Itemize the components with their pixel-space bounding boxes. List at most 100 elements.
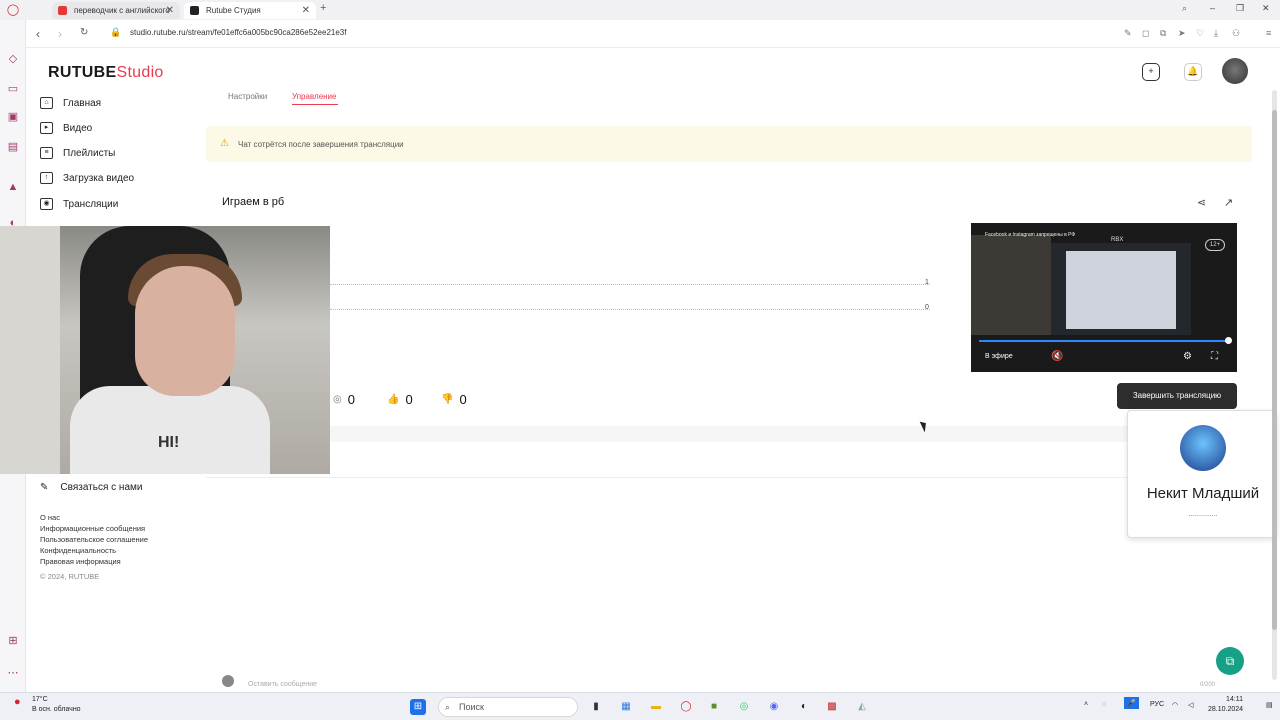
taskbar-search[interactable]: ⌕ Поиск — [438, 697, 578, 717]
app-icon[interactable]: ◭ — [854, 699, 870, 715]
viewers-icon: ◎ — [333, 394, 342, 405]
system-clock[interactable]: 14:11 28.10.2024 — [1208, 695, 1243, 715]
tray-app-icon[interactable]: ◌ — [1102, 701, 1106, 708]
back-icon[interactable]: ‹ — [36, 27, 40, 41]
player-progress-handle[interactable] — [1225, 337, 1232, 344]
edit-icon[interactable]: ✎ — [1124, 28, 1132, 39]
search-tabs-icon[interactable]: ⌕ — [1182, 3, 1187, 14]
vk-icon[interactable]: ▤ — [6, 140, 20, 154]
contact-us-link[interactable]: ✎ Связаться с нами — [40, 482, 142, 493]
user-avatar[interactable] — [1222, 58, 1248, 84]
tab-translator[interactable]: переводчик с английского ✕ — [52, 2, 180, 19]
tray-chevron-icon[interactable]: ˄ — [1084, 701, 1088, 708]
likes-count: 0 — [405, 392, 413, 407]
tab-settings[interactable]: Настройки — [228, 92, 267, 101]
heart-icon[interactable]: ♡ — [1196, 28, 1204, 39]
opera-taskbar-icon[interactable]: ◯ — [678, 699, 694, 715]
sidebar-item-video[interactable]: ▸ Видео — [40, 120, 92, 136]
minimize-icon[interactable]: – — [1210, 3, 1215, 13]
forward-icon[interactable]: › — [58, 27, 62, 41]
end-stream-button[interactable]: Завершить трансляцию — [1117, 383, 1237, 409]
rutube-studio-logo[interactable]: RUTUBEStudio — [48, 64, 164, 82]
sidebar-item-upload[interactable]: ↑ Загрузка видео — [40, 170, 134, 186]
logo-rutube-text: RUTUBE — [48, 64, 117, 81]
volume-icon[interactable]: ◁ — [1188, 701, 1193, 709]
speed-dial-icon[interactable]: ◇ — [6, 52, 20, 66]
chat-input[interactable]: Оставить сообщение — [248, 681, 317, 688]
weather-widget[interactable]: 17°C В осн. облачно — [32, 695, 81, 715]
twitch-icon[interactable]: ▣ — [6, 110, 20, 124]
obs-icon[interactable]: ◐ — [796, 699, 812, 715]
page-scrollbar[interactable] — [1272, 90, 1277, 680]
sidebar-item-home[interactable]: ⌂ Главная — [40, 95, 101, 111]
whatsapp-icon[interactable]: ◎ — [736, 699, 752, 715]
url-field[interactable]: studio.rutube.ru/stream/fe01effc6a005bc9… — [130, 28, 346, 37]
mute-icon[interactable]: 🔇 — [1051, 351, 1063, 362]
notification-avatar — [1180, 425, 1226, 471]
stream-title: Играем в рб — [222, 196, 285, 208]
restore-icon[interactable]: ❐ — [1236, 3, 1244, 14]
live-label: В эфире — [985, 353, 1013, 360]
app-icon[interactable]: ▩ — [824, 699, 840, 715]
broadcast-icon: ◉ — [40, 198, 53, 210]
lock-icon: 🔒 — [110, 27, 122, 37]
opera-logo-icon[interactable]: ◯ — [6, 3, 20, 17]
close-window-icon[interactable]: ✕ — [1262, 3, 1270, 14]
search-icon: ⌕ — [445, 702, 451, 712]
download-icon[interactable]: ⤓ — [1214, 28, 1218, 39]
tab-close-icon[interactable]: ✕ — [302, 2, 310, 19]
language-indicator[interactable]: РУС — [1150, 701, 1164, 708]
open-external-icon[interactable]: ↗ — [1224, 196, 1233, 209]
calculator-icon[interactable]: ▦ — [618, 699, 634, 715]
more-icon[interactable]: ⋯ — [6, 666, 20, 680]
follower-notification: Некит Младший ............... — [1127, 410, 1277, 538]
chat-divider — [330, 426, 1252, 442]
fullscreen-icon[interactable]: ⛶ — [1211, 351, 1218, 362]
taskview-icon[interactable]: ▮ — [588, 699, 604, 715]
bookmarks-icon[interactable]: ▭ — [6, 82, 20, 96]
support-chat-icon[interactable]: ⧉ — [1216, 647, 1244, 675]
create-icon[interactable]: + — [1142, 63, 1160, 81]
windows-start-icon[interactable]: ⊞ — [410, 699, 426, 715]
extensions-icon[interactable]: ⧉ — [1160, 28, 1166, 39]
file-explorer-icon[interactable]: ▬ — [648, 699, 664, 715]
chart-tick-label: 1 — [925, 279, 929, 286]
wifi-icon[interactable]: ◠ — [1172, 701, 1178, 709]
stream-tabs: Настройки Управление — [228, 92, 338, 105]
history-icon[interactable]: ⊞ — [6, 634, 20, 648]
footer-link-about[interactable]: О нас — [40, 513, 60, 522]
tab-management[interactable]: Управление — [292, 92, 338, 105]
scrollbar-thumb[interactable] — [1272, 110, 1277, 630]
aria-icon[interactable]: ▲ — [6, 180, 20, 194]
send-icon[interactable]: ➤ — [1178, 28, 1186, 39]
sidebar-item-playlists[interactable]: ≡ Плейлисты — [40, 145, 115, 161]
footer-link-legal[interactable]: Правовая информация — [40, 557, 121, 566]
new-tab-icon[interactable]: + — [320, 2, 326, 14]
reload-icon[interactable]: ↻ — [80, 27, 88, 38]
profile-icon[interactable]: ⚇ — [1232, 28, 1240, 39]
viewers-count: 0 — [347, 392, 355, 407]
microphone-icon[interactable]: 🎤 — [1124, 697, 1139, 709]
footer-link-info[interactable]: Информационные сообщения — [40, 524, 145, 533]
clock-time: 14:11 — [1226, 696, 1244, 703]
footer-link-terms[interactable]: Пользовательское соглашение — [40, 535, 148, 544]
settings-gear-icon[interactable]: ⚙ — [1183, 351, 1192, 362]
player-progress-bar[interactable] — [979, 340, 1229, 342]
notifications-icon[interactable]: ▤ — [1266, 701, 1273, 709]
notifications-bell-icon[interactable]: 🔔 — [1184, 63, 1202, 81]
tab-close-icon[interactable]: ✕ — [166, 2, 174, 19]
sidebar-item-broadcasts[interactable]: ◉ Трансляции — [40, 196, 118, 212]
snapshot-icon[interactable]: ◻ — [1142, 28, 1149, 39]
notification-subtitle: ............... — [1188, 511, 1218, 518]
sidebar-item-label: Трансляции — [63, 198, 119, 210]
stream-player-preview[interactable]: Facebook и Instagram запрещены в РФ RBX … — [971, 223, 1237, 372]
viewers-stat: ◎ 0 — [333, 392, 355, 407]
tab-title: Rutube Студия — [206, 6, 261, 15]
tab-rutube-studio[interactable]: Rutube Студия ✕ — [184, 2, 316, 19]
minecraft-icon[interactable]: ■ — [706, 699, 722, 715]
video-icon: ▸ — [40, 122, 53, 134]
footer-link-privacy[interactable]: Конфиденциальность — [40, 546, 116, 555]
menu-icon[interactable]: ≡ — [1266, 28, 1271, 38]
share-icon[interactable]: ⋖ — [1197, 196, 1206, 209]
discord-icon[interactable]: ◉ — [766, 699, 782, 715]
